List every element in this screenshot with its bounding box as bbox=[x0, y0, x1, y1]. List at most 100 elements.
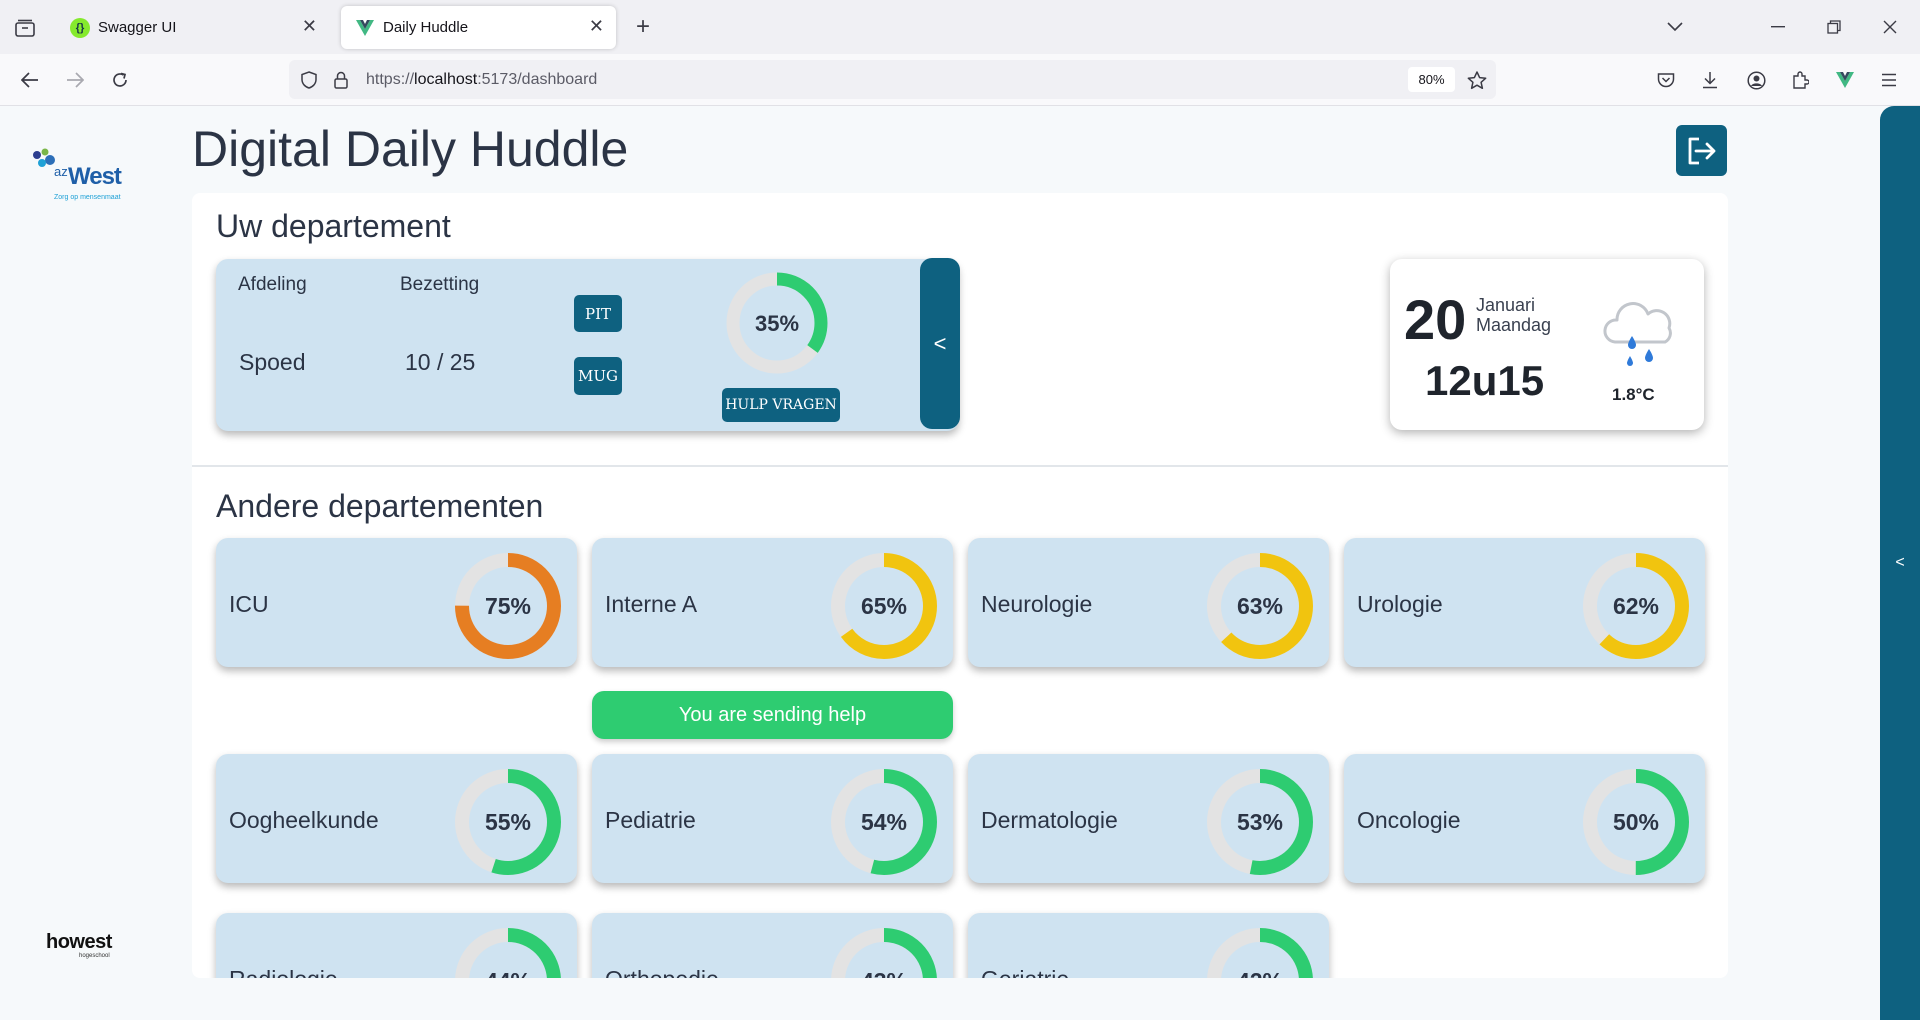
forward-icon[interactable] bbox=[61, 66, 89, 94]
department-name: Urologie bbox=[1357, 591, 1443, 617]
url-host: localhost bbox=[414, 71, 478, 88]
account-icon[interactable] bbox=[1742, 66, 1770, 94]
browser-tab-bar: {} Swagger UI ✕ Daily Huddle ✕ + bbox=[0, 0, 1920, 54]
close-tab-icon[interactable]: ✕ bbox=[589, 16, 604, 37]
date-weather-card: 20 Januari Maandag 12u15 1.8°C bbox=[1390, 259, 1704, 430]
close-tab-icon[interactable]: ✕ bbox=[302, 16, 317, 37]
tab-title: Swagger UI bbox=[98, 19, 177, 36]
zoom-level-button[interactable]: 80% bbox=[1408, 67, 1455, 92]
reload-icon[interactable] bbox=[106, 66, 134, 94]
occupancy-label: 50% bbox=[1613, 809, 1659, 835]
department-card-oncologie[interactable]: Oncologie 50% bbox=[1344, 754, 1705, 883]
my-department-card: Afdeling Bezetting Spoed 10 / 25 PIT MUG… bbox=[216, 259, 959, 431]
occupancy-gauge: 62% bbox=[1583, 553, 1689, 659]
occupancy-label: 43% bbox=[861, 968, 907, 978]
rain-cloud-icon bbox=[1603, 302, 1672, 366]
current-time: 12u15 bbox=[1425, 357, 1545, 404]
occupancy-gauge: 42% bbox=[1207, 928, 1313, 978]
collapse-department-button[interactable]: < bbox=[920, 258, 960, 429]
logout-icon bbox=[1688, 137, 1715, 164]
afdeling-label: Afdeling bbox=[238, 274, 307, 295]
hulp-vragen-button[interactable]: HULP VRAGEN bbox=[722, 388, 840, 422]
department-card-radiologie[interactable]: Radiologie 44% bbox=[216, 913, 577, 978]
site-permissions-icon[interactable] bbox=[329, 68, 353, 92]
url-text[interactable]: https://localhost:5173/dashboard bbox=[366, 71, 597, 89]
howest-subtitle: hogeschool bbox=[79, 953, 110, 959]
department-card-geriatrie[interactable]: Geriatrie 42% bbox=[968, 913, 1329, 978]
department-name: Dermatologie bbox=[981, 807, 1118, 833]
tab-daily-huddle[interactable]: Daily Huddle ✕ bbox=[341, 6, 616, 49]
pit-button[interactable]: PIT bbox=[574, 295, 622, 332]
tab-swagger-ui[interactable]: {} Swagger UI ✕ bbox=[56, 6, 329, 49]
department-name: Radiologie bbox=[229, 966, 338, 978]
svg-text:az: az bbox=[54, 164, 68, 179]
downloads-icon[interactable] bbox=[1696, 66, 1724, 94]
occupancy-label: 65% bbox=[861, 593, 907, 619]
list-all-tabs-icon[interactable] bbox=[1662, 14, 1688, 40]
close-window-icon[interactable] bbox=[1877, 14, 1903, 40]
occupancy-gauge: 65% bbox=[831, 553, 937, 659]
sidebar-toggle-label: < bbox=[1895, 554, 1905, 571]
tracking-shield-icon[interactable] bbox=[297, 68, 321, 92]
department-card-urologie[interactable]: Urologie 62% bbox=[1344, 538, 1705, 667]
my-occupancy-gauge: 35% bbox=[726, 272, 828, 374]
bezetting-value: 10 / 25 bbox=[405, 349, 476, 375]
right-sidebar-toggle[interactable]: < bbox=[1880, 106, 1920, 1020]
department-card-icu[interactable]: ICU 75% bbox=[216, 538, 577, 667]
occupancy-label: 44% bbox=[485, 968, 531, 978]
mug-button[interactable]: MUG bbox=[574, 357, 622, 395]
browser-nav-bar: https://localhost:5173/dashboard 80% bbox=[0, 54, 1920, 106]
tab-title: Daily Huddle bbox=[383, 19, 469, 36]
department-name: Oncologie bbox=[1357, 807, 1461, 833]
restore-icon[interactable] bbox=[1821, 14, 1847, 40]
department-name: Oogheelkunde bbox=[229, 807, 379, 833]
weekday-name: Maandag bbox=[1476, 315, 1552, 335]
occupancy-label: 55% bbox=[485, 809, 531, 835]
url-path: :5173/dashboard bbox=[477, 71, 598, 88]
occupancy-gauge: 54% bbox=[831, 769, 937, 875]
bookmark-star-icon[interactable] bbox=[1465, 68, 1489, 92]
howest-logo: howest hogeschool bbox=[46, 930, 126, 960]
azwest-logo: az West Zorg op mensenmaat bbox=[30, 148, 130, 208]
occupancy-gauge: 44% bbox=[455, 928, 561, 978]
tab-overview-icon[interactable] bbox=[12, 15, 38, 41]
help-toast: You are sending help bbox=[592, 691, 953, 739]
occupancy-gauge: 75% bbox=[455, 553, 561, 659]
new-tab-icon[interactable]: + bbox=[630, 13, 656, 40]
occupancy-label: 53% bbox=[1237, 809, 1283, 835]
my-occupancy-label: 35% bbox=[755, 311, 799, 336]
department-card-pediatrie[interactable]: Pediatrie 54% bbox=[592, 754, 953, 883]
day-number: 20 bbox=[1404, 288, 1467, 351]
swagger-favicon-icon: {} bbox=[70, 17, 90, 38]
department-card-oogheelkunde[interactable]: Oogheelkunde 55% bbox=[216, 754, 577, 883]
other-departments-title: Andere departementen bbox=[216, 488, 544, 524]
logout-button[interactable] bbox=[1676, 125, 1727, 176]
svg-text:howest: howest bbox=[46, 931, 113, 953]
url-bar[interactable]: https://localhost:5173/dashboard 80% bbox=[289, 60, 1496, 99]
temperature: 1.8°C bbox=[1612, 385, 1655, 404]
extensions-icon[interactable] bbox=[1786, 66, 1814, 94]
bezetting-label: Bezetting bbox=[400, 274, 480, 295]
svg-text:West: West bbox=[68, 163, 122, 190]
occupancy-gauge: 63% bbox=[1207, 553, 1313, 659]
department-card-dermatologie[interactable]: Dermatologie 53% bbox=[968, 754, 1329, 883]
vue-favicon-icon bbox=[355, 18, 375, 38]
app-menu-icon[interactable] bbox=[1875, 66, 1903, 94]
minimize-icon[interactable] bbox=[1765, 14, 1791, 40]
afdeling-value: Spoed bbox=[239, 349, 306, 375]
department-card-neurologie[interactable]: Neurologie 63% bbox=[968, 538, 1329, 667]
dashboard-card: Uw departement Afdeling Bezetting Spoed … bbox=[192, 193, 1728, 978]
occupancy-label: 63% bbox=[1237, 593, 1283, 619]
my-department-title: Uw departement bbox=[216, 208, 451, 244]
department-name: ICU bbox=[229, 591, 269, 617]
department-card-orthopedie[interactable]: Orthopedie 43% bbox=[592, 913, 953, 978]
back-icon[interactable] bbox=[16, 66, 44, 94]
pocket-icon[interactable] bbox=[1652, 66, 1680, 94]
department-name: Pediatrie bbox=[605, 807, 696, 833]
department-name: Interne A bbox=[605, 591, 698, 617]
occupancy-gauge: 50% bbox=[1583, 769, 1689, 875]
occupancy-gauge: 53% bbox=[1207, 769, 1313, 875]
vue-devtools-icon[interactable] bbox=[1831, 66, 1859, 94]
department-card-interne-a[interactable]: Interne A 65% bbox=[592, 538, 953, 667]
azwest-tagline: Zorg op mensenmaat bbox=[54, 194, 121, 201]
